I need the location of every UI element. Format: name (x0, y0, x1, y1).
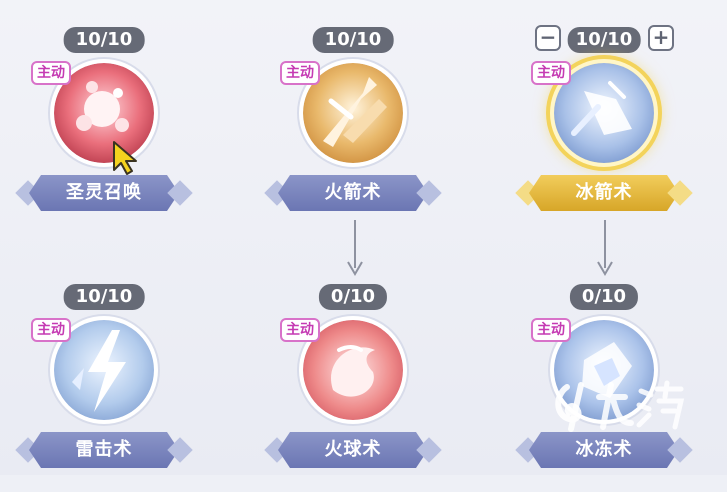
skill-card-lightning[interactable]: 10/10 主动 雷击术 (9, 262, 199, 492)
level-decrease-button[interactable]: − (535, 25, 561, 51)
skill-name: 雷击术 (75, 439, 133, 460)
skill-level-badge: 0/10 (318, 284, 388, 310)
active-skill-tag: 主动 (280, 61, 320, 85)
active-skill-tag: 主动 (31, 318, 71, 342)
active-skill-tag: 主动 (531, 318, 571, 342)
skill-level-badge: 0/10 (569, 284, 639, 310)
skill-name-plate: 火箭术 (264, 175, 442, 211)
skill-name: 圣灵召唤 (66, 182, 142, 203)
skill-name: 冰冻术 (575, 439, 633, 460)
skill-level-badge: 10/10 (63, 284, 145, 310)
skill-level-badge: 10/10 (567, 27, 641, 53)
skill-card-fire-arrow[interactable]: 10/10 主动 火箭术 (258, 5, 448, 235)
skill-name: 冰箭术 (575, 182, 633, 203)
jiuyou-watermark-logo (555, 380, 685, 432)
skill-tree-panel: 10/10 主动 圣灵召唤 10/10 主动 火箭术 − 10/10 + 主动 … (0, 0, 727, 475)
skill-name-plate: 冰冻术 (515, 432, 693, 468)
skill-card-ice-arrow[interactable]: − 10/10 + 主动 冰箭术 (509, 5, 699, 235)
level-increase-button[interactable]: + (648, 25, 674, 51)
skill-level-badge: 10/10 (312, 27, 394, 53)
skill-card-fireball[interactable]: 0/10 主动 火球术 (258, 262, 448, 492)
skill-name: 火球术 (324, 439, 382, 460)
active-skill-tag: 主动 (31, 61, 71, 85)
skill-name: 火箭术 (324, 182, 382, 203)
skill-card-holy-summon[interactable]: 10/10 主动 圣灵召唤 (9, 5, 199, 235)
skill-name-plate: 圣灵召唤 (15, 175, 193, 211)
active-skill-tag: 主动 (531, 61, 571, 85)
mouse-cursor-icon (113, 141, 137, 175)
skill-name-plate: 火球术 (264, 432, 442, 468)
skill-name-plate-selected: 冰箭术 (515, 175, 693, 211)
skill-level-badge: 10/10 (63, 27, 145, 53)
active-skill-tag: 主动 (280, 318, 320, 342)
skill-name-plate: 雷击术 (15, 432, 193, 468)
